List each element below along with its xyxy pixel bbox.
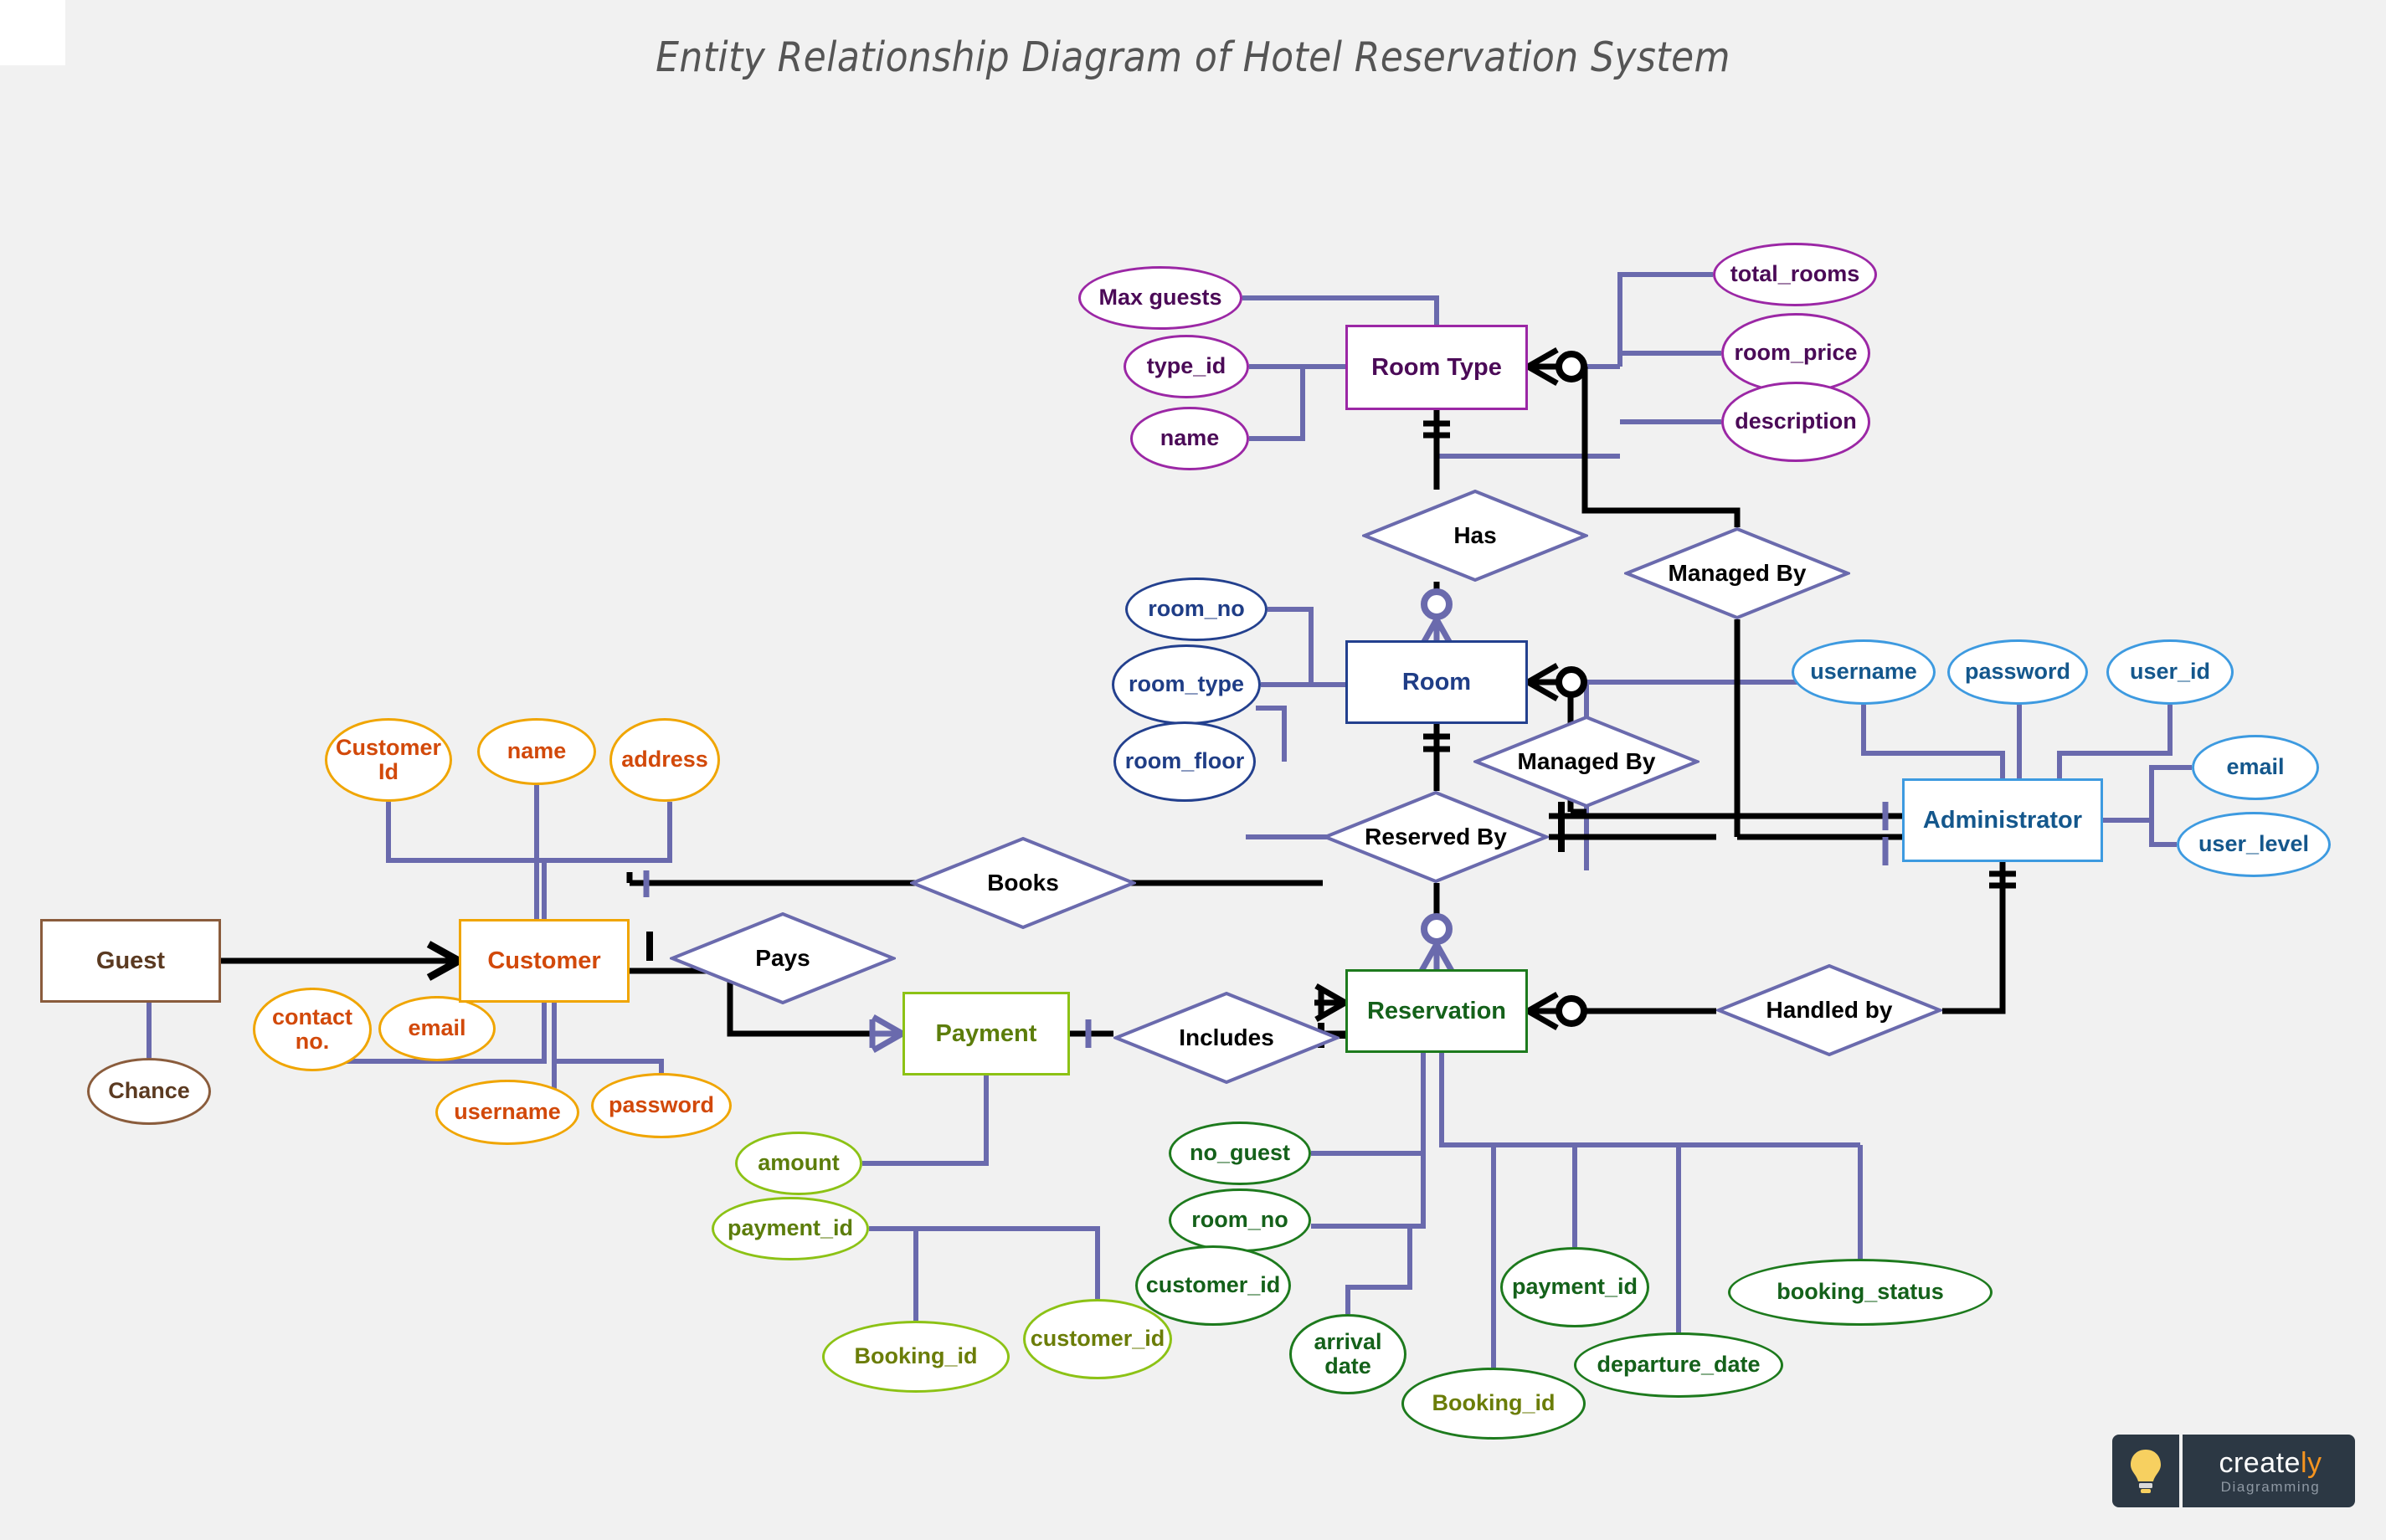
relationship-pays[interactable]: Pays: [670, 912, 896, 1004]
attribute-cust_customerid[interactable]: Customer Id: [325, 718, 452, 802]
diamond-shape: [670, 912, 896, 1004]
attribute-cust_password[interactable]: password: [591, 1073, 732, 1138]
relationship-handled_by[interactable]: Handled by: [1716, 964, 1942, 1056]
creately-logo: creately Diagramming: [2112, 1435, 2355, 1507]
attribute-cust_contactno[interactable]: contact no.: [253, 988, 372, 1071]
logo-name-accent: ly: [2300, 1446, 2322, 1479]
diagram-title: Entity Relationship Diagram of Hotel Res…: [656, 33, 1730, 81]
attribute-res_departuredate[interactable]: departure_date: [1574, 1332, 1783, 1398]
logo-subtitle: Diagramming: [2220, 1478, 2321, 1495]
attribute-res_roomno[interactable]: room_no: [1169, 1188, 1311, 1252]
relationship-books[interactable]: Books: [910, 837, 1136, 929]
attribute-admin_email[interactable]: email: [2192, 735, 2319, 800]
attribute-cust_email[interactable]: email: [378, 996, 496, 1061]
entity-administrator[interactable]: Administrator: [1902, 778, 2103, 862]
diamond-shape: [910, 837, 1136, 929]
attribute-rt_totalrooms[interactable]: total_rooms: [1713, 243, 1877, 306]
attribute-res_arrivaldate[interactable]: arrival date: [1289, 1314, 1406, 1394]
attribute-room_roomno[interactable]: room_no: [1125, 578, 1268, 641]
diamond-shape: [1323, 791, 1549, 883]
attribute-cust_address[interactable]: address: [609, 718, 720, 802]
attribute-rt_typeid[interactable]: type_id: [1124, 335, 1249, 398]
attribute-cust_name[interactable]: name: [477, 718, 596, 785]
attribute-res_customerid[interactable]: customer_id: [1135, 1245, 1291, 1326]
entity-reservation[interactable]: Reservation: [1345, 969, 1528, 1053]
entity-room_type[interactable]: Room Type: [1345, 325, 1528, 410]
diamond-shape: [1113, 992, 1340, 1084]
attribute-admin_username[interactable]: username: [1792, 639, 1936, 705]
attribute-res_bookingid[interactable]: Booking_id: [1401, 1368, 1586, 1440]
attribute-guest_chance[interactable]: Chance: [87, 1058, 211, 1125]
attribute-rt_description[interactable]: description: [1721, 382, 1870, 462]
diamond-shape: [1716, 964, 1942, 1056]
er-diagram-canvas: Entity Relationship Diagram of Hotel Res…: [0, 0, 2386, 1540]
attribute-res_paymentid[interactable]: payment_id: [1500, 1247, 1649, 1327]
attribute-admin_userlevel[interactable]: user_level: [2177, 812, 2331, 877]
attribute-pay_paymentid[interactable]: payment_id: [712, 1197, 869, 1260]
attribute-res_noguest[interactable]: no_guest: [1169, 1122, 1311, 1185]
lightbulb-icon: [2112, 1435, 2179, 1507]
attribute-room_roomtype[interactable]: room_type: [1112, 644, 1261, 725]
diamond-shape: [1624, 527, 1850, 619]
attribute-pay_amount[interactable]: amount: [735, 1132, 862, 1195]
diamond-shape: [1362, 490, 1588, 582]
relationship-managed_by_1[interactable]: Managed By: [1624, 527, 1850, 619]
entity-payment[interactable]: Payment: [902, 992, 1070, 1075]
relationship-reserved_by[interactable]: Reserved By: [1323, 791, 1549, 883]
entity-room[interactable]: Room: [1345, 640, 1528, 724]
entity-guest[interactable]: Guest: [40, 919, 221, 1003]
attribute-pay_bookingid[interactable]: Booking_id: [822, 1321, 1010, 1393]
attribute-cust_username[interactable]: username: [435, 1080, 579, 1145]
entity-customer[interactable]: Customer: [459, 919, 630, 1003]
attribute-room_roomfloor[interactable]: room_floor: [1113, 721, 1256, 802]
logo-wordmark: creately Diagramming: [2183, 1435, 2355, 1507]
attribute-rt_name[interactable]: name: [1130, 407, 1249, 470]
attribute-rt_maxguests[interactable]: Max guests: [1078, 266, 1242, 330]
relationship-has[interactable]: Has: [1362, 490, 1588, 582]
logo-name-main: create: [2219, 1446, 2301, 1479]
relationship-includes[interactable]: Includes: [1113, 992, 1340, 1084]
attribute-res_bookingstatus[interactable]: booking_status: [1728, 1259, 1993, 1326]
logo-name: creately: [2219, 1449, 2322, 1477]
attribute-admin_userid[interactable]: user_id: [2106, 639, 2234, 705]
attribute-pay_customerid[interactable]: customer_id: [1023, 1299, 1172, 1379]
attribute-admin_password[interactable]: password: [1947, 639, 2088, 705]
